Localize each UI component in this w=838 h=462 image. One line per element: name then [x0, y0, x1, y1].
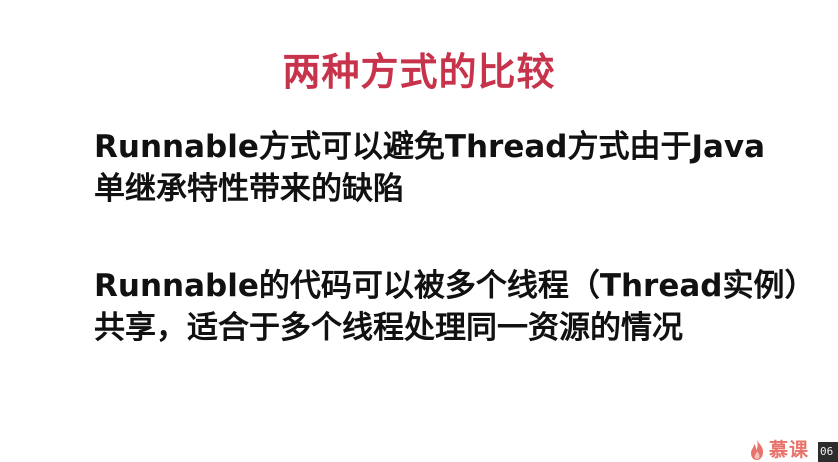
point-1-line-1: Runnable方式可以避免Thread方式由于Java [94, 129, 766, 165]
imooc-watermark: 慕课 [747, 438, 809, 462]
point-2-line-2: 共享，适合于多个线程处理同一资源的情况 [94, 310, 683, 346]
point-1-line-2: 单继承特性带来的缺陷 [94, 171, 404, 207]
comparison-point-1: Runnable方式可以避免Thread方式由于Java 单继承特性带来的缺陷 [94, 126, 814, 210]
point-2-line-1: Runnable的代码可以被多个线程（Thread实例） [94, 268, 816, 304]
slide-title: 两种方式的比较 [282, 50, 556, 94]
flame-logo-icon [751, 440, 763, 460]
comparison-point-2: Runnable的代码可以被多个线程（Thread实例） 共享，适合于多个线程处… [94, 265, 816, 349]
video-timestamp: 06 [818, 442, 838, 462]
presentation-slide: 两种方式的比较 Runnable方式可以避免Thread方式由于Java 单继承… [0, 0, 838, 462]
watermark-text: 慕课 [769, 439, 810, 461]
